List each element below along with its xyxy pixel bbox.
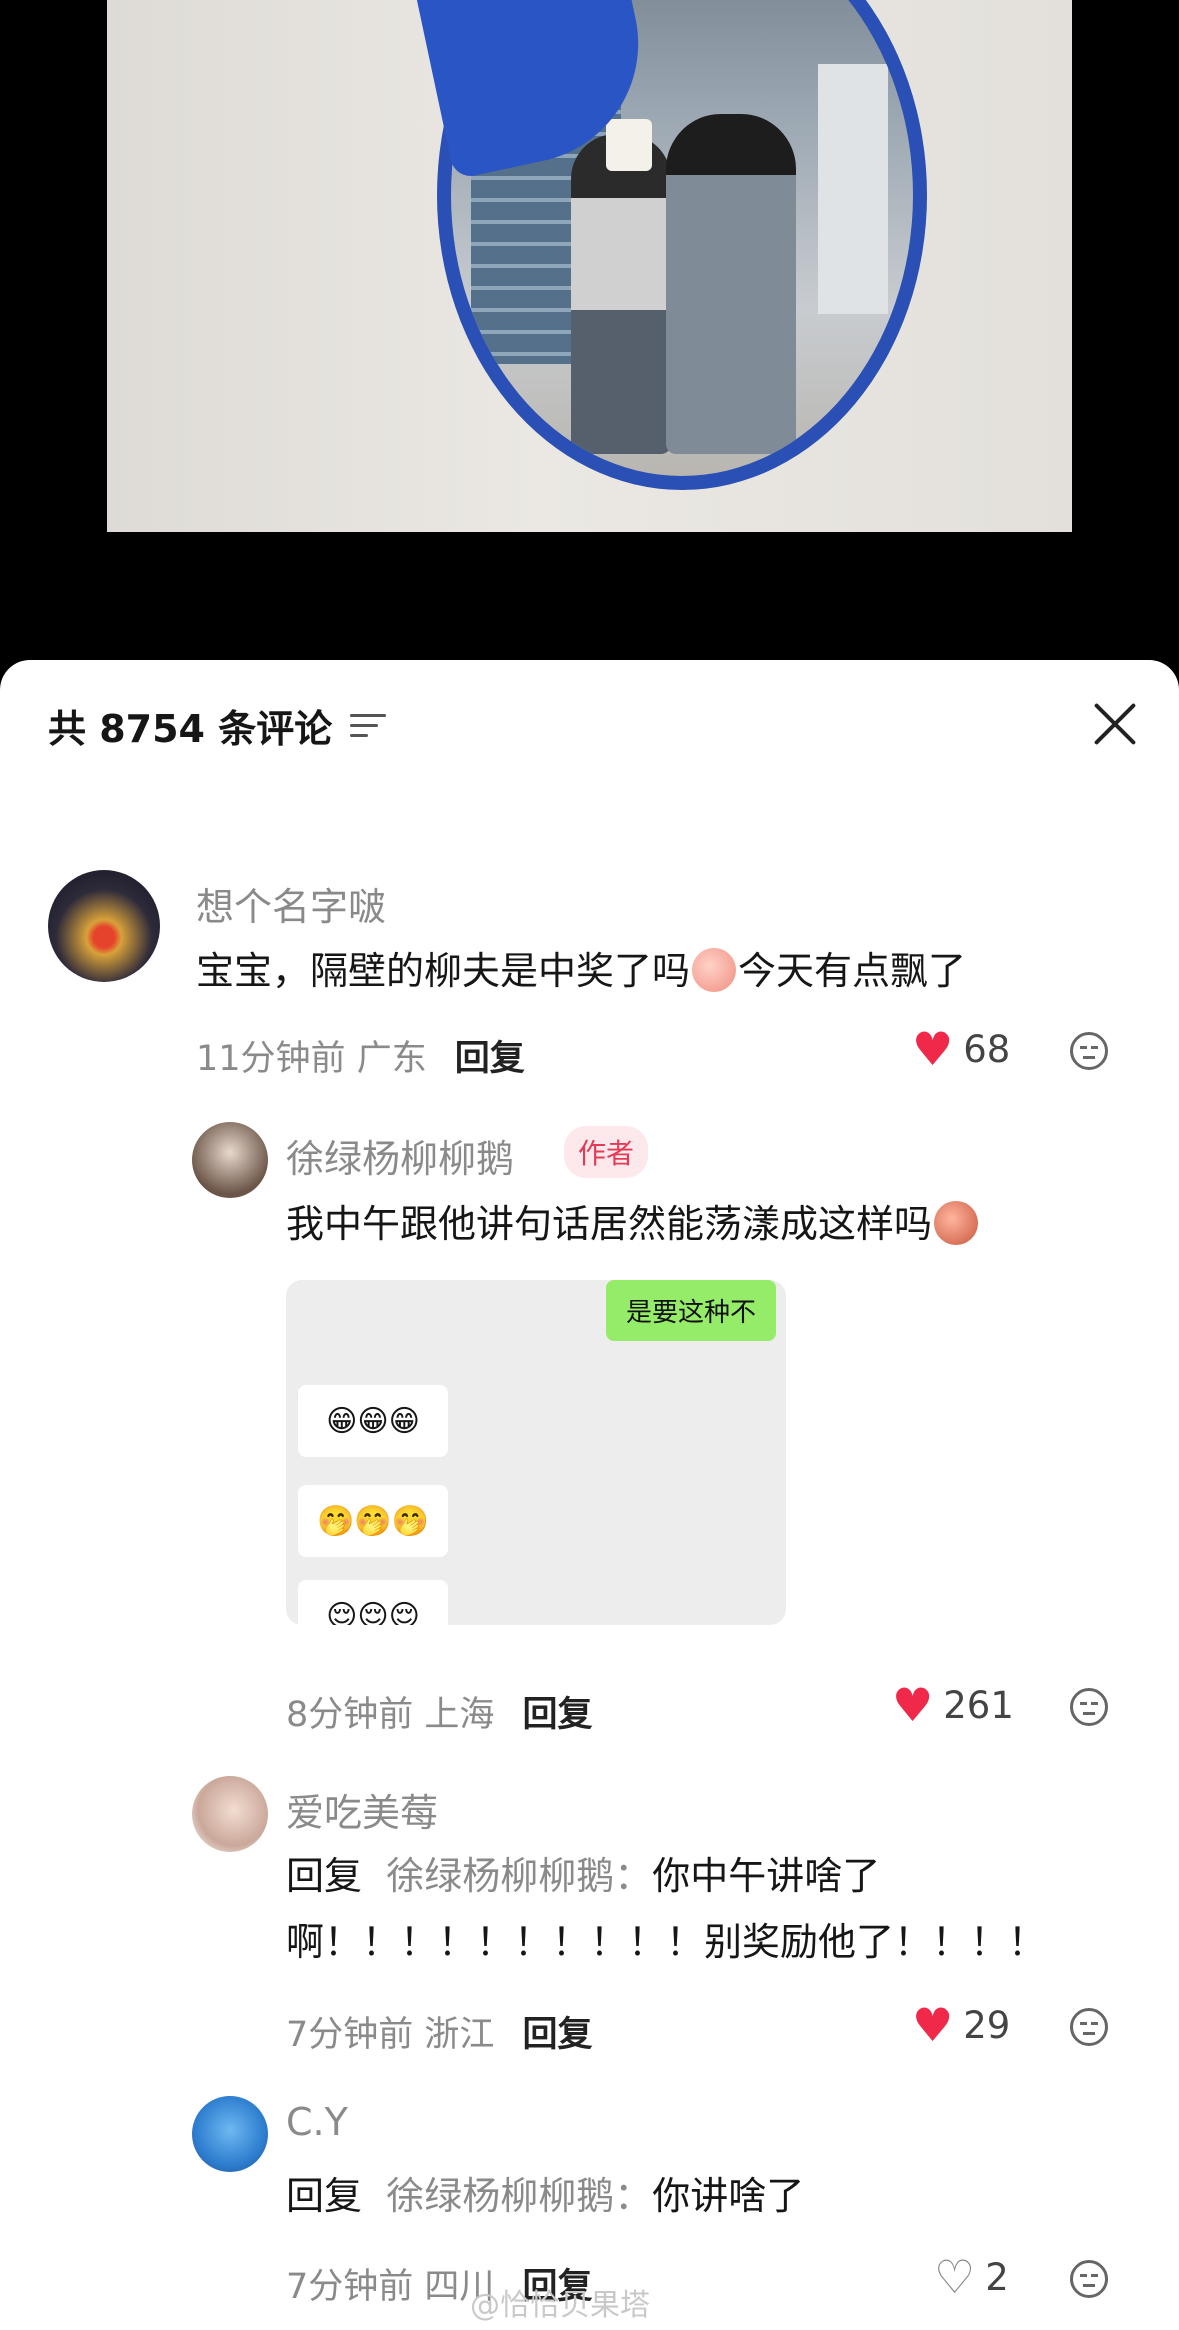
comment-time: 11分钟前: [196, 1039, 346, 1079]
dislike-icon[interactable]: [1070, 1688, 1108, 1726]
comment-time: 7分钟前: [286, 2267, 414, 2307]
comment-text: 回复 徐绿杨柳柳鹅：你讲啥了: [286, 2170, 804, 2222]
comment-text-part: 今天有点飘了: [738, 949, 967, 993]
dislike-icon[interactable]: [1070, 1032, 1108, 1070]
blush-emoji-icon: [934, 1201, 979, 1245]
comment-sheet: 共 8754 条评论 想个名字啵 宝宝，隔壁的柳夫是中奖了吗 今天有点飘了 11分…: [0, 660, 1179, 2330]
like-button[interactable]: ♥ 29: [912, 2002, 1010, 2048]
sheet-header: 共 8754 条评论: [48, 700, 388, 751]
comment-time: 8分钟前: [286, 1695, 414, 1735]
dislike-icon[interactable]: [1070, 2260, 1108, 2298]
reply-prefix: 回复: [286, 2174, 363, 2218]
comment-text: 回复 徐绿杨柳柳鹅：你中午讲啥了: [286, 1850, 880, 1902]
heart-icon: ♥: [912, 1998, 954, 2052]
avatar[interactable]: [192, 2096, 268, 2172]
reply-button[interactable]: 回复: [522, 2006, 592, 2057]
video-frame[interactable]: [107, 0, 1072, 532]
comment-text-part: 宝宝，隔壁的柳夫是中奖了吗: [196, 949, 691, 993]
peach-emoji-icon: [692, 948, 737, 992]
like-count: 29: [963, 2003, 1011, 2047]
comment-text: 宝宝，隔壁的柳夫是中奖了吗 今天有点飘了: [196, 945, 966, 997]
like-count: 261: [943, 1683, 1014, 1727]
reply-prefix: 回复: [286, 1854, 363, 1898]
author-badge: 作者: [564, 1126, 649, 1178]
comment-text-part: 你讲啥了: [652, 2174, 805, 2218]
comment-username[interactable]: 想个名字啵: [196, 876, 386, 931]
comment-text-line2: 啊！！！！！！！！！！别奖励他了！！！！: [286, 1920, 1047, 1964]
reply-button[interactable]: 回复: [455, 1030, 525, 1081]
chat-screenshot-image[interactable]: 是要这种不 😁😁😁 🤭🤭🤭 😌😌😌: [286, 1280, 786, 1625]
avatar[interactable]: [48, 870, 160, 982]
chat-bubble: 🤭🤭🤭: [298, 1485, 448, 1557]
reply-to-user[interactable]: 徐绿杨柳柳鹅：: [386, 1854, 652, 1898]
close-icon[interactable]: [1091, 700, 1139, 748]
like-count: 68: [963, 1027, 1011, 1071]
heart-outline-icon: ♡: [934, 2250, 976, 2304]
comment-text-part: 我中午跟他讲句话居然能荡漾成这样吗: [286, 1202, 933, 1246]
heart-icon: ♥: [912, 1022, 954, 1076]
reply-button[interactable]: 回复: [522, 1686, 592, 1737]
sort-icon[interactable]: [350, 710, 388, 740]
comment-count-title: 共 8754 条评论: [48, 706, 333, 751]
comment-text-part: 你中午讲啥了: [652, 1854, 881, 1898]
comment-meta: 7分钟前 浙江 回复: [286, 2006, 592, 2057]
like-button[interactable]: ♡ 2: [934, 2254, 1009, 2300]
avatar[interactable]: [192, 1122, 268, 1198]
comment-meta: 8分钟前 上海 回复: [286, 1686, 592, 1737]
comment-text: 我中午跟他讲句话居然能荡漾成这样吗: [286, 1198, 980, 1250]
like-button[interactable]: ♥ 261: [892, 1682, 1014, 1728]
chat-bubble: 😌😌😌: [298, 1580, 448, 1625]
reply-to-user[interactable]: 徐绿杨柳柳鹅：: [386, 2174, 652, 2218]
dislike-icon[interactable]: [1070, 2008, 1108, 2046]
comment-location: 上海: [424, 1695, 495, 1735]
heart-icon: ♥: [892, 1678, 934, 1732]
comment-meta: 11分钟前 广东 回复: [196, 1030, 525, 1081]
like-count: 2: [985, 2255, 1009, 2299]
watermark: @恰恰贝果塔: [470, 2288, 650, 2323]
comment-username[interactable]: 徐绿杨柳柳鹅: [286, 1128, 514, 1183]
comment-location: 广东: [356, 1039, 427, 1079]
chat-bubble: 😁😁😁: [298, 1385, 448, 1457]
avatar[interactable]: [192, 1776, 268, 1852]
comment-time: 7分钟前: [286, 2015, 414, 2055]
comment-location: 浙江: [424, 2015, 495, 2055]
comment-username[interactable]: C.Y: [286, 2100, 348, 2144]
comment-username[interactable]: 爱吃美莓: [286, 1782, 438, 1837]
like-button[interactable]: ♥ 68: [912, 1026, 1010, 1072]
chat-message-green: 是要这种不: [605, 1280, 776, 1341]
